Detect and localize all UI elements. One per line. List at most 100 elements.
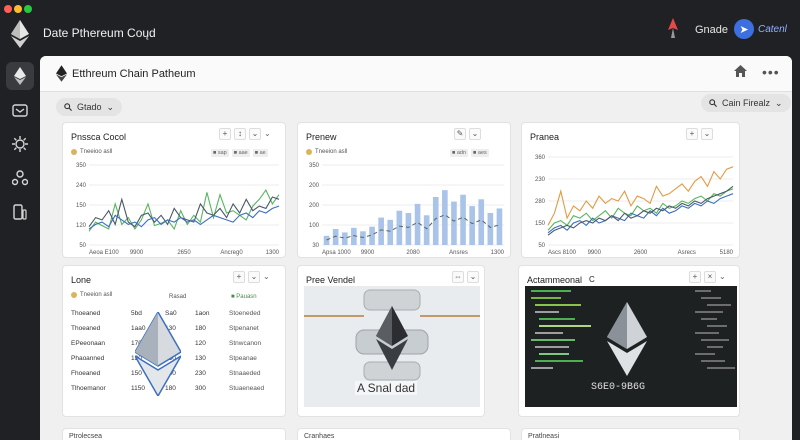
code-line <box>695 353 715 355</box>
chevron-down-icon[interactable]: ⌄ <box>263 271 270 283</box>
code-line <box>695 290 711 292</box>
code-line <box>535 304 581 306</box>
bar <box>423 215 430 245</box>
filter-icon[interactable]: ⌄ <box>701 128 713 140</box>
bar <box>469 206 475 245</box>
top-action-label[interactable]: Gnade <box>695 24 728 36</box>
bar <box>496 208 503 245</box>
x-tick-label: 1300 <box>491 250 505 256</box>
code-line <box>695 332 719 334</box>
add-icon[interactable]: + <box>219 128 231 140</box>
y-tick-label: 360 <box>535 155 546 161</box>
table-cell: 130 <box>195 355 206 362</box>
sidebar-item-network[interactable] <box>6 164 34 192</box>
code-console[interactable]: S6E0-9B6G <box>525 286 737 407</box>
sidebar-item-devices[interactable] <box>6 198 34 226</box>
legend-chip: ■ aes <box>471 149 489 157</box>
filter-icon[interactable]: ⌄ <box>467 271 479 283</box>
code-line <box>707 304 731 306</box>
expand-icon[interactable]: ↕ <box>234 128 246 140</box>
table-cell: Tlhoemanor <box>71 385 106 392</box>
series-line <box>547 188 734 231</box>
sidebar-item-settings[interactable] <box>6 130 34 158</box>
bar <box>360 231 366 245</box>
bar <box>414 203 421 245</box>
console-caption: S6E0-9B6G <box>591 382 646 393</box>
legend-label: Tneeion asll <box>315 149 348 155</box>
x-tick-label: Ascs 8100 <box>548 250 577 256</box>
add-icon[interactable]: + <box>689 271 701 283</box>
add-icon[interactable]: + <box>686 128 698 140</box>
code-line <box>539 325 591 327</box>
chart-legend: Tneeioo asll <box>71 149 112 155</box>
pin-icon <box>71 292 77 298</box>
card-controls: + ↕ ⌄ ⌄ <box>219 128 271 140</box>
ethereum-icon <box>56 65 67 82</box>
card-process-chart: Pnssca Cocol + ↕ ⌄ ⌄ Tneeioo asll ■ sap … <box>62 122 286 258</box>
search-icon <box>709 99 717 107</box>
pin-icon <box>71 149 77 155</box>
filter-icon[interactable]: ⌄ <box>469 128 481 140</box>
connect-label: Catenl <box>758 23 787 35</box>
card-render-preview: Pree Vendel ⇔ ⌄ A Snal dad <box>297 265 485 417</box>
chevron-down-icon: ⌄ <box>106 101 115 112</box>
table-cell: 120 <box>285 340 286 347</box>
x-tick-label: Ansres <box>449 250 468 256</box>
close-window-button[interactable] <box>4 5 12 13</box>
card-title: Pranea <box>530 132 560 142</box>
line-chart: 360 230 280 150 50Ascs 8100 9900 2600 Asrecs 518… <box>535 155 734 256</box>
x-tick-label: 9900 <box>361 250 375 256</box>
column-header: Rasad <box>169 294 187 300</box>
card-bottom-1: Ptrolecsea <box>62 428 286 440</box>
pin-icon[interactable]: ✎ <box>454 128 466 140</box>
card-panorama-chart: Pranea + ⌄ 360 230 280 150 50 Ascs 8100 9900 26… <box>521 122 740 258</box>
table-cell: Stpenanet <box>229 325 259 332</box>
card-preview-chart: Prenew ✎ ⌄ Tneeion asll ■ adn ■ aes 350 2… <box>297 122 511 258</box>
maximize-window-button[interactable] <box>24 5 32 13</box>
code-line <box>539 353 569 355</box>
add-icon[interactable]: + <box>233 271 245 283</box>
card-title-suffix: C <box>589 275 595 284</box>
x-tick-label: 9900 <box>588 250 602 256</box>
legend-chip: ■ adn <box>450 149 469 157</box>
card-lone-table: Lone + ⌄ ⌄ Tneeion asll Rasad ■ Pauasn T… <box>62 265 286 417</box>
table-cell: 1aon <box>195 310 210 317</box>
expand-icon[interactable]: ⇔ <box>452 271 464 283</box>
filter-dropdown[interactable]: Gtado ⌄ <box>56 98 123 116</box>
compass-icon: ➤ <box>734 19 754 39</box>
filter-icon[interactable]: ⌄ <box>248 271 260 283</box>
code-line <box>701 318 717 320</box>
code-line <box>531 339 575 341</box>
code-line <box>535 311 559 313</box>
home-icon[interactable] <box>734 65 747 77</box>
card-title: Pratlneasi <box>528 433 560 440</box>
table-cell: 120 <box>195 340 206 347</box>
sidebar-item-ethereum[interactable] <box>6 62 34 90</box>
sidebar <box>0 56 40 440</box>
more-icon[interactable]: ••• <box>762 64 780 80</box>
rocket-icon[interactable] <box>666 18 680 38</box>
table-cell: Stpeanae <box>229 355 257 362</box>
card-controls: + × ⌄ <box>689 271 726 283</box>
y-tick-label: 200 <box>309 203 320 209</box>
connect-button[interactable]: ➤ Catenl <box>734 17 794 41</box>
table-legend: Tneeion asll <box>71 292 112 298</box>
filter-icon[interactable]: ⌄ <box>249 128 261 140</box>
ethereum-watermark-icon <box>607 302 647 376</box>
minimize-window-button[interactable] <box>14 5 22 13</box>
legend-chip: ■ aae <box>231 149 250 157</box>
chevron-down-icon[interactable]: ⌄ <box>719 271 726 283</box>
page-title: Etthreum Chain Patheum <box>72 68 196 80</box>
chevron-down-icon[interactable]: ⌄ <box>264 128 271 140</box>
search-icon <box>64 103 72 111</box>
code-line <box>535 346 569 348</box>
code-line <box>531 297 561 299</box>
code-line <box>695 311 723 313</box>
x-tick-label: Apsa 1000 <box>322 250 351 256</box>
y-tick-label: 150 <box>535 221 546 227</box>
render-viewport[interactable]: A Snal dad <box>304 286 480 407</box>
sidebar-item-blocks[interactable] <box>6 96 34 124</box>
close-icon[interactable]: × <box>704 271 716 283</box>
chain-filter-dropdown[interactable]: Cain Firealz ⌄ <box>701 94 791 112</box>
table-cell: Thoeaned <box>71 325 101 332</box>
